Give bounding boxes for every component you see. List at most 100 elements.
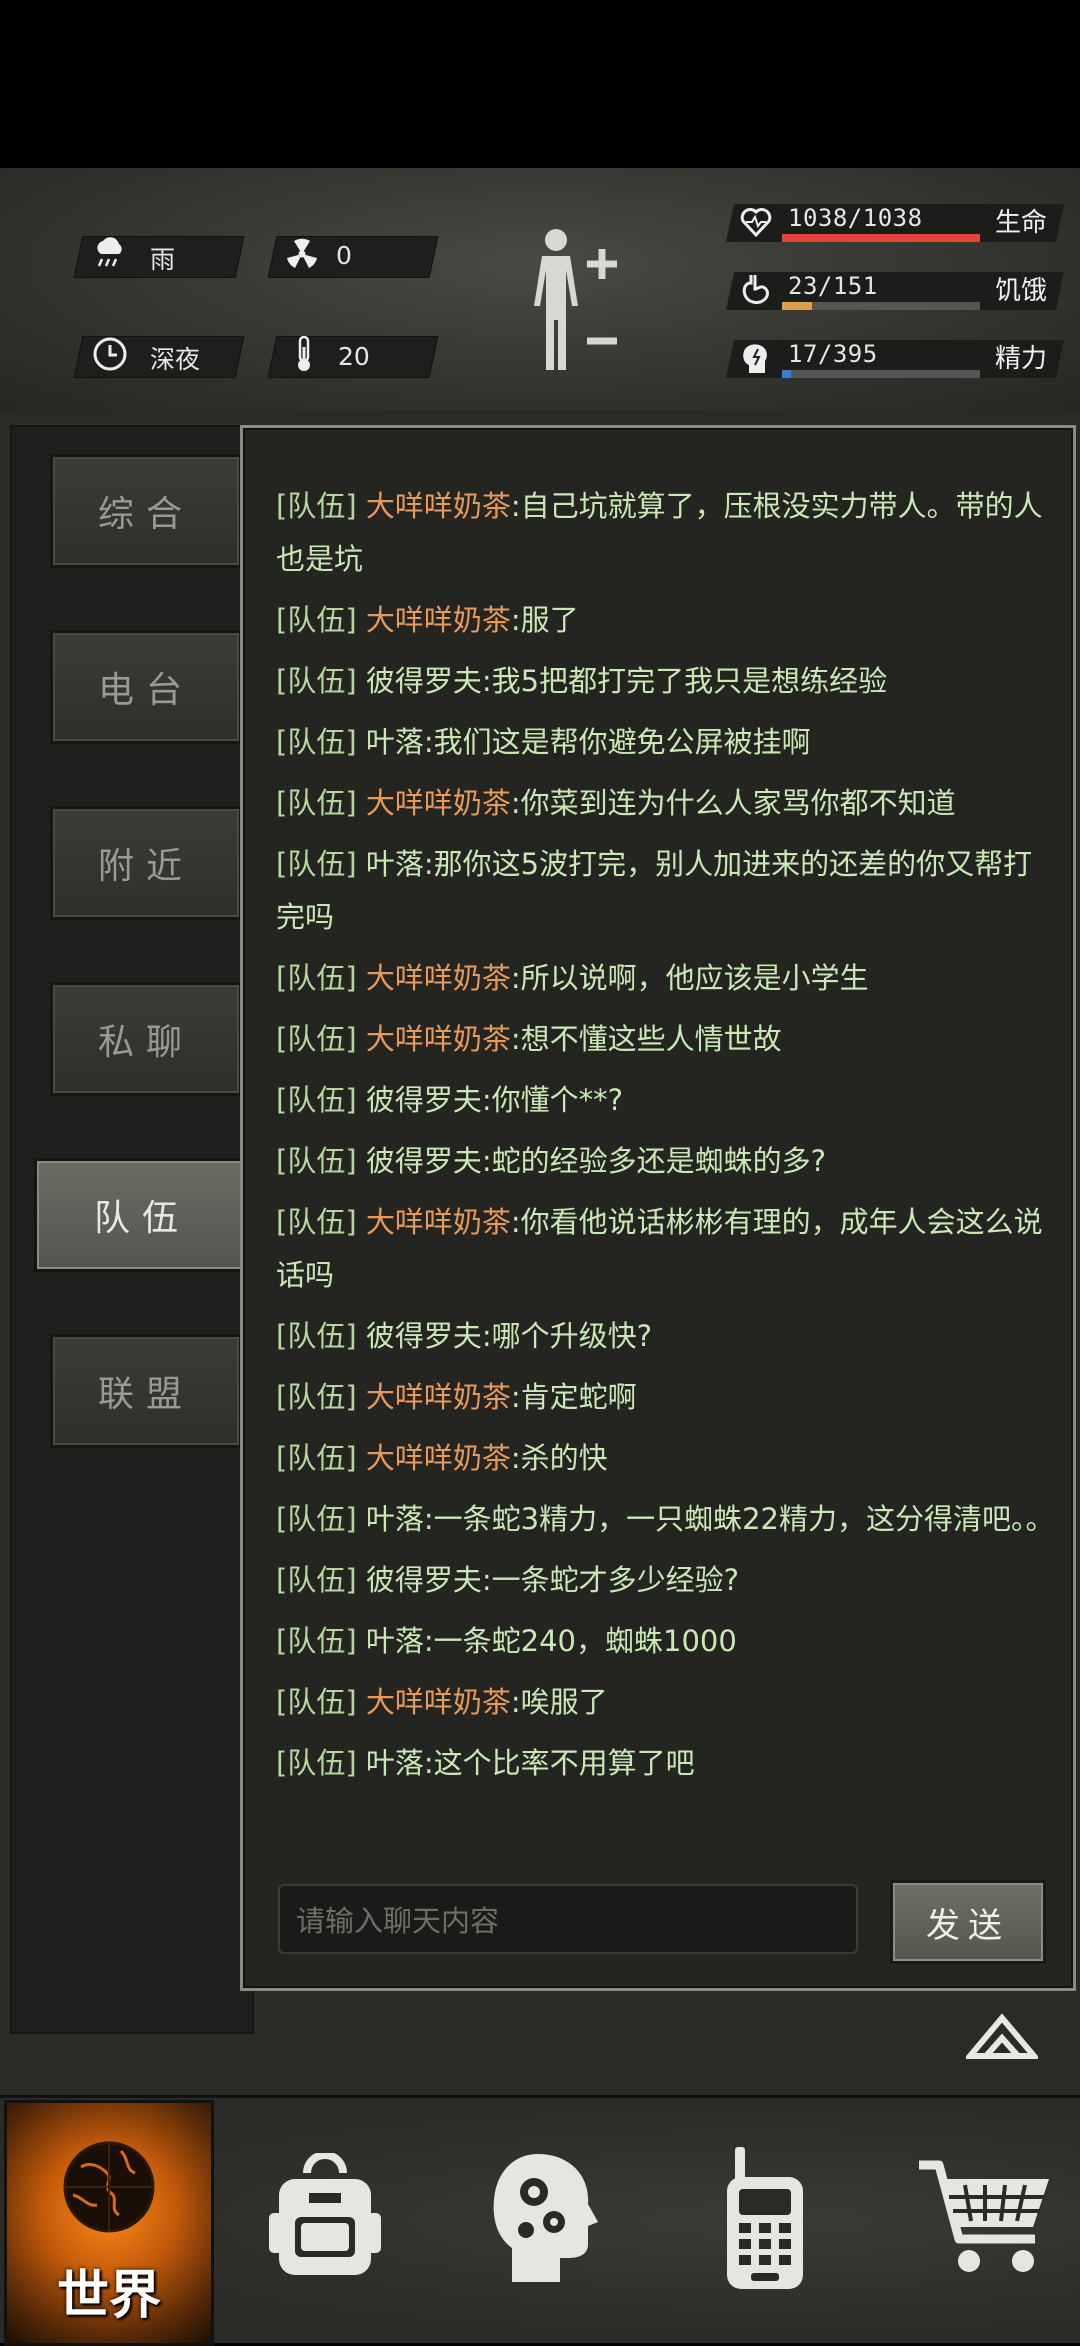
chat-input[interactable]: 请输入聊天内容 bbox=[278, 1884, 858, 1954]
energy-value: 17/395 bbox=[788, 340, 878, 368]
send-button[interactable]: 发送 bbox=[890, 1880, 1046, 1964]
chat-message: [队伍] 彼得罗夫:蛇的经验多还是蜘蛛的多? bbox=[276, 1135, 1056, 1188]
chat-sender-name[interactable]: 叶落 bbox=[366, 1502, 424, 1536]
chat-message-text: :蛇的经验多还是蜘蛛的多? bbox=[481, 1144, 827, 1178]
chat-channel-tag: [队伍] bbox=[276, 1319, 357, 1353]
plus-icon[interactable] bbox=[584, 246, 620, 282]
globe-icon bbox=[59, 2137, 159, 2251]
chat-message-text: :服了 bbox=[510, 603, 579, 637]
heart-icon bbox=[738, 204, 774, 240]
brain-icon bbox=[738, 340, 774, 376]
nav-skills[interactable] bbox=[470, 2100, 620, 2340]
nav-shop[interactable] bbox=[905, 2100, 1065, 2340]
energy-stat: 17/395 精力 bbox=[725, 336, 1065, 380]
tab-nearby[interactable]: 附近 bbox=[50, 806, 242, 920]
chat-channel-tag: [队伍] bbox=[276, 786, 357, 820]
chat-sender-name[interactable]: 大咩咩奶茶 bbox=[366, 961, 511, 995]
chat-sender-name[interactable]: 大咩咩奶茶 bbox=[366, 1205, 511, 1239]
chat-message-text: :一条蛇才多少经验? bbox=[481, 1563, 740, 1597]
chat-channel-tag: [队伍] bbox=[276, 961, 357, 995]
temperature-value: 20 bbox=[338, 342, 370, 371]
chat-channel-tag: [队伍] bbox=[276, 725, 357, 759]
health-label: 生命 bbox=[995, 208, 1048, 238]
chat-message: [队伍] 大咩咩奶茶:想不懂这些人情世故 bbox=[276, 1013, 1056, 1066]
chat-sender-name[interactable]: 大咩咩奶茶 bbox=[366, 489, 511, 523]
tab-team[interactable]: 队伍 bbox=[34, 1158, 250, 1272]
tab-alliance[interactable]: 联盟 bbox=[50, 1334, 242, 1448]
backpack-icon bbox=[265, 2151, 385, 2287]
chat-message-list[interactable]: [队伍] 大咩咩奶茶:自己坑就算了，压根没实力带人。带的人也是坑 [队伍] 大咩咩… bbox=[276, 480, 1056, 1840]
health-bar bbox=[782, 234, 980, 242]
chat-channel-tag: [队伍] bbox=[276, 1563, 357, 1597]
collapse-up-icon[interactable] bbox=[963, 2012, 1041, 2060]
nav-backpack[interactable] bbox=[250, 2100, 400, 2340]
chat-sender-name[interactable]: 彼得罗夫 bbox=[366, 1144, 482, 1178]
chat-sender-name[interactable]: 大咩咩奶茶 bbox=[366, 1441, 511, 1475]
shopping-cart-icon bbox=[915, 2153, 1055, 2287]
nav-world[interactable]: 世界 bbox=[4, 2100, 214, 2346]
chat-message: [队伍] 大咩咩奶茶:你看他说话彬彬有理的，成年人会这么说话吗 bbox=[276, 1196, 1056, 1302]
energy-label: 精力 bbox=[995, 344, 1048, 374]
chat-message: [队伍] 大咩咩奶茶:肯定蛇啊 bbox=[276, 1371, 1056, 1424]
walkie-talkie-icon bbox=[715, 2143, 815, 2297]
chat-channel-tag: [队伍] bbox=[276, 1441, 357, 1475]
tab-general[interactable]: 综合 bbox=[50, 454, 242, 568]
chat-message: [队伍] 彼得罗夫:我5把都打完了我只是想练经验 bbox=[276, 655, 1056, 708]
radiation-value: 0 bbox=[336, 241, 352, 270]
chat-channel-tag: [队伍] bbox=[276, 489, 357, 523]
chat-message: [队伍] 大咩咩奶茶:唉服了 bbox=[276, 1676, 1056, 1729]
energy-bar bbox=[782, 370, 980, 378]
nav-radio[interactable] bbox=[690, 2100, 840, 2340]
chat-channel-tag: [队伍] bbox=[276, 1746, 357, 1780]
chat-sender-name[interactable]: 大咩咩奶茶 bbox=[366, 1380, 511, 1414]
chat-channel-tag: [队伍] bbox=[276, 664, 357, 698]
radiation-icon bbox=[282, 234, 322, 274]
chat-message-text: :一条蛇3精力，一只蜘蛛22精力，这分得清吧。。 bbox=[423, 1502, 1055, 1536]
chat-message: [队伍] 叶落:一条蛇240，蜘蛛1000 bbox=[276, 1615, 1056, 1668]
chat-sender-name[interactable]: 叶落 bbox=[366, 1624, 424, 1658]
minus-icon[interactable] bbox=[584, 332, 620, 345]
chat-sender-name[interactable]: 叶落 bbox=[366, 1746, 424, 1780]
tab-radio[interactable]: 电台 bbox=[50, 630, 242, 744]
chat-message-text: :想不懂这些人情世故 bbox=[510, 1022, 782, 1056]
chat-channel-tag: [队伍] bbox=[276, 603, 357, 637]
chat-sender-name[interactable]: 彼得罗夫 bbox=[366, 1319, 482, 1353]
chat-message: [队伍] 彼得罗夫:哪个升级快? bbox=[276, 1310, 1056, 1363]
chat-sender-name[interactable]: 叶落 bbox=[366, 725, 424, 759]
hunger-bar bbox=[782, 302, 980, 310]
chat-channel-tag: [队伍] bbox=[276, 1685, 357, 1719]
chat-sender-name[interactable]: 彼得罗夫 bbox=[366, 1083, 482, 1117]
chat-sender-name[interactable]: 彼得罗夫 bbox=[366, 1563, 482, 1597]
nav-world-label: 世界 bbox=[56, 2266, 161, 2326]
chat-message-text: :唉服了 bbox=[510, 1685, 608, 1719]
chat-message: [队伍] 大咩咩奶茶:自己坑就算了，压根没实力带人。带的人也是坑 bbox=[276, 480, 1056, 586]
health-stat: 1038/1038 生命 bbox=[725, 200, 1065, 244]
chat-message-text: :这个比率不用算了吧 bbox=[423, 1746, 695, 1780]
weather-label: 雨 bbox=[150, 245, 176, 274]
chat-sender-name[interactable]: 大咩咩奶茶 bbox=[366, 603, 511, 637]
chat-sender-name[interactable]: 彼得罗夫 bbox=[366, 664, 482, 698]
chat-channel-tag: [队伍] bbox=[276, 1502, 357, 1536]
chat-message: [队伍] 彼得罗夫:一条蛇才多少经验? bbox=[276, 1554, 1056, 1607]
clock-icon bbox=[90, 334, 130, 374]
chat-sender-name[interactable]: 叶落 bbox=[366, 847, 424, 881]
chat-message: [队伍] 叶落:我们这是帮你避免公屏被挂啊 bbox=[276, 716, 1056, 769]
head-gears-icon bbox=[490, 2148, 600, 2292]
tab-private[interactable]: 私聊 bbox=[50, 982, 242, 1096]
stomach-icon bbox=[738, 272, 774, 308]
chat-channel-tag: [队伍] bbox=[276, 1624, 357, 1658]
chat-channel-tag: [队伍] bbox=[276, 1380, 357, 1414]
chat-message-text: :你懂个**? bbox=[481, 1083, 624, 1117]
health-value: 1038/1038 bbox=[788, 204, 923, 232]
chat-channel-tag: [队伍] bbox=[276, 1144, 357, 1178]
chat-sender-name[interactable]: 大咩咩奶茶 bbox=[366, 1685, 511, 1719]
chat-sender-name[interactable]: 大咩咩奶茶 bbox=[366, 786, 511, 820]
chat-message-text: :杀的快 bbox=[510, 1441, 608, 1475]
chat-channel-tag: [队伍] bbox=[276, 847, 357, 881]
chat-message-text: :一条蛇240，蜘蛛1000 bbox=[423, 1624, 737, 1658]
chat-message-text: :肯定蛇啊 bbox=[510, 1380, 637, 1414]
chat-message: [队伍] 大咩咩奶茶:服了 bbox=[276, 594, 1056, 647]
chat-message-text: :哪个升级快? bbox=[481, 1319, 653, 1353]
chat-message: [队伍] 大咩咩奶茶:所以说啊，他应该是小学生 bbox=[276, 952, 1056, 1005]
chat-sender-name[interactable]: 大咩咩奶茶 bbox=[366, 1022, 511, 1056]
